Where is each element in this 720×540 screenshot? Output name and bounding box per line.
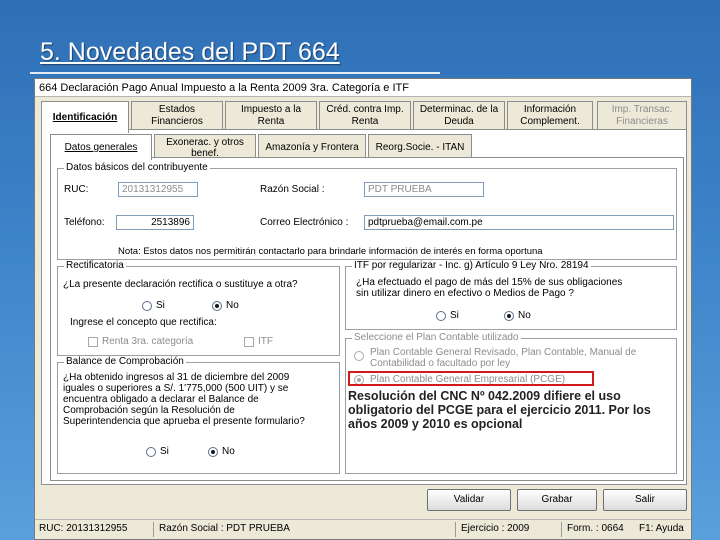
title-underline (30, 72, 440, 74)
tab-label-1: Imp. Transac. (611, 104, 673, 115)
tab-creditos[interactable]: Créd. contra Imp. Renta (319, 101, 411, 129)
window-title: 664 Declaración Pago Anual Impuesto a la… (35, 79, 691, 97)
telefono-field[interactable]: 2513896 (116, 215, 194, 230)
subtab-exoneraciones[interactable]: Exonerac. y otros benef. (154, 134, 256, 159)
datos-basicos-group: Datos básicos del contribuyente RUC: 201… (57, 162, 677, 260)
tab-determinacion-deuda[interactable]: Determinac. de la Deuda (413, 101, 505, 129)
group-label: Rectificatoria (64, 260, 126, 271)
tab-label-1: Estados (158, 104, 196, 115)
subtab-label: Datos generales (64, 142, 138, 153)
identificacion-panel: Datos generales Exonerac. y otros benef. … (41, 129, 687, 485)
group-label: Balance de Comprobación (64, 356, 186, 367)
correo-label: Correo Electrónico : (260, 217, 349, 228)
itf-no-radio[interactable] (504, 311, 514, 321)
itf-group: ITF por regularizar - Inc. g) Artículo 9… (345, 260, 677, 330)
group-label: Seleccione el Plan Contable utilizado (352, 332, 521, 343)
plan-contable-revisado-radio[interactable] (354, 351, 364, 361)
status-separator (153, 522, 154, 537)
status-bar: RUC: 20131312955 Razón Social : PDT PRUE… (35, 519, 691, 539)
radio-label: No (222, 446, 235, 457)
balance-group: Balance de Comprobación ¿Ha obtenido ing… (57, 356, 340, 474)
subtab-amazonia[interactable]: Amazonía y Frontera (258, 134, 366, 158)
radio-label: No (226, 300, 239, 311)
rectificatoria-no-radio[interactable] (212, 301, 222, 311)
tab-label-2: Financieros (151, 116, 203, 127)
telefono-label: Teléfono: (64, 217, 105, 228)
status-ruc: RUC: 20131312955 (39, 523, 128, 534)
tab-label-2: Complement. (520, 116, 580, 127)
tab-label-2: Deuda (444, 116, 474, 127)
status-form: Form. : 0664 (567, 523, 624, 534)
tab-label-1: Información (523, 104, 577, 115)
status-ayuda: F1: Ayuda (639, 523, 684, 534)
status-separator (561, 522, 562, 537)
ruc-label: RUC: (64, 184, 89, 195)
tab-label-2: Financieras (616, 116, 668, 127)
correo-field[interactable]: pdtprueba@email.com.pe (364, 215, 674, 230)
radio-label: Si (160, 446, 169, 457)
rectificatoria-question: ¿La presente declaración rectifica o sus… (63, 279, 298, 290)
tab-estados-financieros[interactable]: Estados Financieros (131, 101, 223, 129)
subtab-reorganizacion[interactable]: Reorg.Socie. - ITAN (368, 134, 472, 158)
question-line: Superintendencia que aprueba el presente… (63, 416, 305, 427)
checkbox-label: Renta 3ra. categoría (102, 336, 194, 347)
subtab-label: Amazonía y Frontera (265, 142, 359, 153)
razon-social-label: Razón Social : (260, 184, 325, 195)
status-razon-social: Razón Social : PDT PRUEBA (159, 523, 290, 534)
ruc-field[interactable]: 20131312955 (118, 182, 198, 197)
salir-button[interactable]: Salir (603, 489, 687, 511)
group-label: ITF por regularizar - Inc. g) Artículo 9… (352, 260, 591, 271)
subtab-label-1: Exonerac. y otros (166, 137, 244, 148)
tab-label-2: Renta (351, 116, 379, 127)
cnc-resolution-note: Resolución del CNC Nº 042.2009 difiere e… (348, 389, 676, 431)
radio-label: Si (156, 300, 165, 311)
plan-contable-group: Seleccione el Plan Contable utilizado Pl… (345, 332, 677, 474)
rectificatoria-group: Rectificatoria ¿La presente declaración … (57, 260, 340, 356)
datos-generales-panel: Datos básicos del contribuyente RUC: 201… (50, 157, 684, 481)
question-line: sin utilizar dinero en efectivo o Medios… (356, 288, 574, 299)
concepto-label: Ingrese el concepto que rectifica: (70, 317, 217, 328)
grabar-button[interactable]: Grabar (517, 489, 597, 511)
question-line: iguales o superiores a S/. 1'775,000 (50… (63, 383, 289, 394)
balance-no-radio[interactable] (208, 447, 218, 457)
validar-button[interactable]: Validar (427, 489, 511, 511)
razon-social-field[interactable]: PDT PRUEBA (364, 182, 484, 197)
slide-title: 5. Novedades del PDT 664 (40, 38, 340, 66)
radio-label: No (518, 310, 531, 321)
itf-si-radio[interactable] (436, 311, 446, 321)
tab-identificacion[interactable]: Identificación (41, 101, 129, 133)
tab-label: Identificación (52, 112, 118, 123)
itf-question: ¿Ha efectuado el pago de más del 15% de … (356, 277, 622, 299)
question-line: encuentra obligado a declarar el Balance… (63, 394, 259, 405)
group-label: Datos básicos del contribuyente (64, 162, 210, 173)
tab-label-1: Créd. contra Imp. (326, 104, 404, 115)
rectificatoria-si-radio[interactable] (142, 301, 152, 311)
tab-imp-transac-financieras: Imp. Transac. Financieras (597, 101, 687, 129)
renta-3ra-checkbox[interactable] (88, 337, 98, 347)
pdt-window: 664 Declaración Pago Anual Impuesto a la… (34, 78, 692, 540)
subtab-datos-generales[interactable]: Datos generales (50, 134, 152, 160)
question-line: Comprobación según la Resolución de (63, 405, 235, 416)
balance-question: ¿Ha obtenido ingresos al 31 de diciembre… (63, 372, 305, 427)
tab-label-1: Determinac. de la (419, 104, 499, 115)
status-ejercicio: Ejercicio : 2009 (461, 523, 530, 534)
question-line: ¿Ha efectuado el pago de más del 15% de … (356, 277, 623, 288)
option-line: Plan Contable General Revisado, Plan Con… (370, 347, 637, 358)
status-separator (455, 522, 456, 537)
highlight-box (348, 371, 594, 386)
subtab-label: Reorg.Socie. - ITAN (375, 142, 465, 153)
tab-impuesto-renta[interactable]: Impuesto a la Renta (225, 101, 317, 129)
radio-label: Si (450, 310, 459, 321)
itf-checkbox[interactable] (244, 337, 254, 347)
tab-informacion-complementaria[interactable]: Información Complement. (507, 101, 593, 129)
question-line: ¿Ha obtenido ingresos al 31 de diciembre… (63, 372, 290, 383)
contact-note: Nota: Estos datos nos permitirán contact… (118, 246, 543, 257)
tab-label-1: Impuesto a la (240, 104, 302, 115)
plan-option-1: Plan Contable General Revisado, Plan Con… (370, 347, 636, 369)
tab-label-2: Renta (257, 116, 285, 127)
balance-si-radio[interactable] (146, 447, 156, 457)
option-line: Contabilidad o facultado por ley (370, 358, 511, 369)
checkbox-label: ITF (258, 336, 273, 347)
